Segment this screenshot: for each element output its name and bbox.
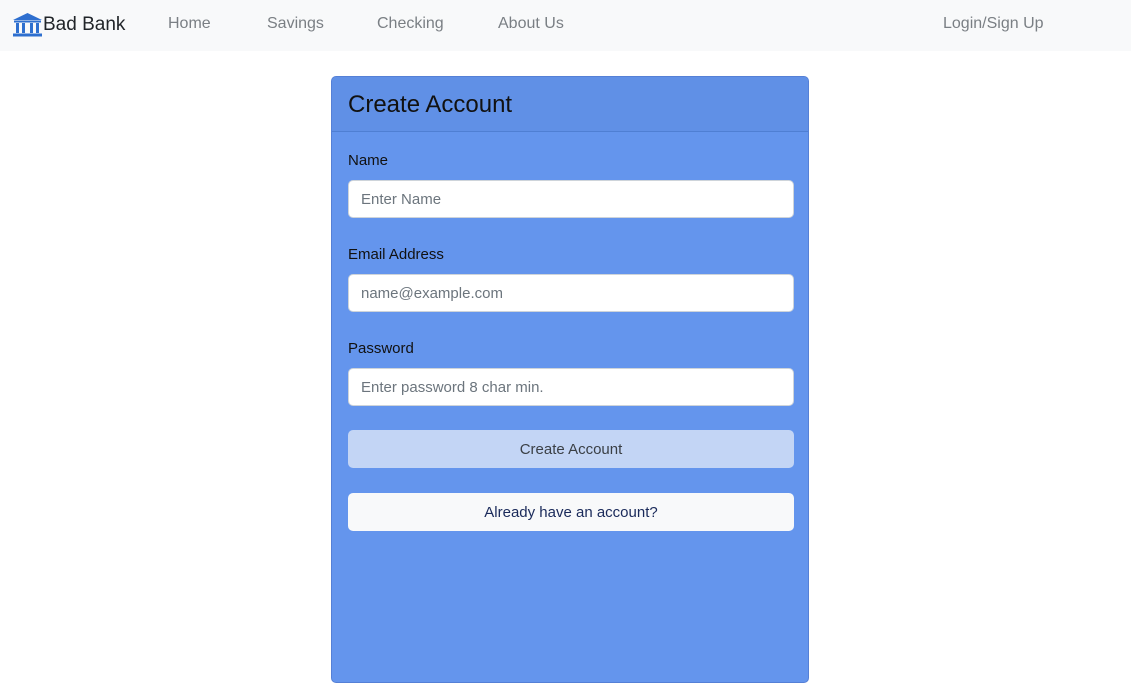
navbar: Bad Bank Home Savings Checking About Us … <box>0 0 1131 51</box>
create-account-button[interactable]: Create Account <box>348 430 794 468</box>
name-input[interactable] <box>348 180 794 218</box>
brand-name: Bad Bank <box>43 14 126 35</box>
email-label: Email Address <box>348 246 444 263</box>
nav-link-home[interactable]: Home <box>168 15 211 33</box>
nav-link-login-signup[interactable]: Login/Sign Up <box>943 15 1044 33</box>
brand-link[interactable]: Bad Bank <box>12 9 125 41</box>
nav-link-savings[interactable]: Savings <box>267 15 324 33</box>
card-header: Create Account <box>332 77 808 132</box>
create-account-card: Create Account Name Email Address Passwo… <box>331 76 809 683</box>
email-input[interactable] <box>348 274 794 312</box>
bank-icon <box>13 13 42 37</box>
nav-link-checking[interactable]: Checking <box>377 15 444 33</box>
password-label: Password <box>348 340 414 357</box>
name-label: Name <box>348 152 389 169</box>
already-have-account-button[interactable]: Already have an account? <box>348 493 794 531</box>
password-input[interactable] <box>348 368 794 406</box>
nav-link-about-us[interactable]: About Us <box>498 15 564 33</box>
card-title: Create Account <box>348 91 513 118</box>
